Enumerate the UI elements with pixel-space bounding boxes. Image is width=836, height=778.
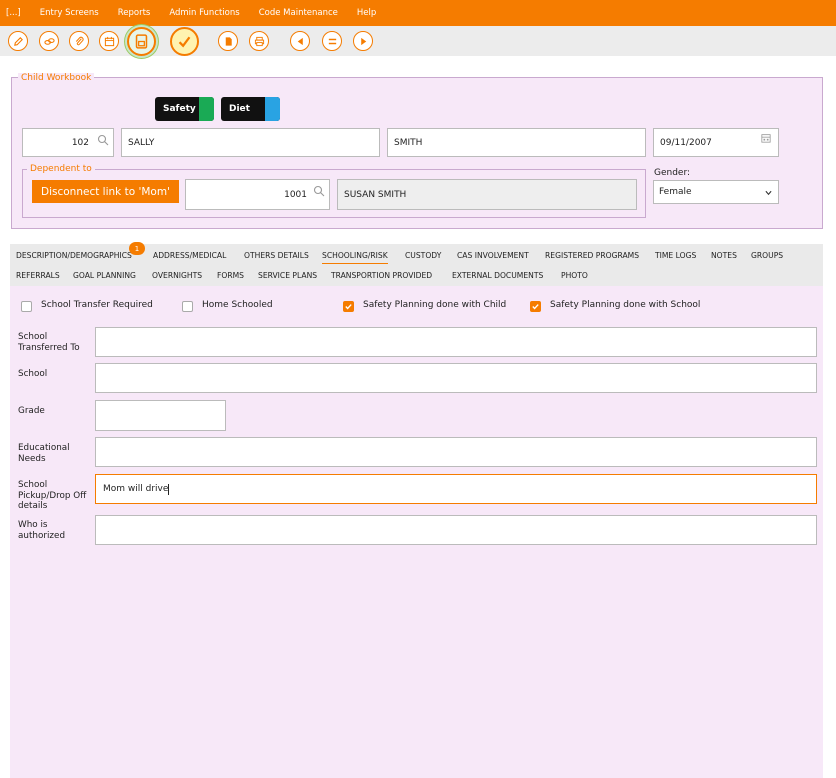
- school-label: School: [18, 369, 48, 379]
- menu-item-more[interactable]: [...]: [6, 8, 21, 18]
- tab-time-logs[interactable]: TIME LOGS: [655, 251, 696, 260]
- school-transferred-to-label: School Transferred To: [18, 332, 80, 353]
- tab-external-documents[interactable]: EXTERNAL DOCUMENTS: [452, 271, 543, 280]
- schooling-risk-panel: School Transfer Required Home Schooled S…: [10, 286, 823, 778]
- search-icon[interactable]: [313, 185, 325, 197]
- chevron-down-icon: [765, 190, 772, 196]
- tab-cas-involvement[interactable]: CAS INVOLVEMENT: [457, 251, 529, 260]
- menu-item-code-maintenance[interactable]: Code Maintenance: [259, 8, 338, 18]
- top-menu-bar: [...] Entry Screens Reports Admin Functi…: [0, 0, 836, 26]
- tab-custody[interactable]: CUSTODY: [405, 251, 441, 260]
- who-is-authorized-label: Who is authorized: [18, 520, 66, 541]
- check-icon: [345, 304, 352, 310]
- parent-name-field: SUSAN SMITH: [337, 179, 637, 210]
- toolbar: [0, 26, 836, 56]
- safety-planning-school-label: Safety Planning done with School: [550, 300, 701, 310]
- parent-name-value: SUSAN SMITH: [344, 189, 407, 200]
- tab-transportion-provided[interactable]: TRANSPORTION PROVIDED: [331, 271, 432, 280]
- home-schooled-label: Home Schooled: [202, 300, 273, 310]
- who-is-authorized-input[interactable]: [95, 515, 817, 545]
- edit-icon[interactable]: [8, 31, 28, 51]
- tab-schooling-risk[interactable]: SCHOOLING/RISK: [322, 251, 388, 264]
- calendar-icon[interactable]: [761, 133, 771, 143]
- safety-toggle[interactable]: Safety: [155, 97, 214, 121]
- school-input[interactable]: [95, 363, 817, 393]
- search-icon[interactable]: [97, 134, 109, 146]
- document-icon[interactable]: [218, 31, 238, 51]
- tab-groups[interactable]: GROUPS: [751, 251, 783, 260]
- first-name-value: SALLY: [128, 137, 155, 148]
- print-icon[interactable]: [249, 31, 269, 51]
- tab-forms[interactable]: FORMS: [217, 271, 244, 280]
- text-caret: [168, 483, 170, 495]
- menu-item-help[interactable]: Help: [357, 8, 376, 18]
- menu-item-reports[interactable]: Reports: [118, 8, 151, 18]
- diet-toggle[interactable]: Diet: [221, 97, 280, 121]
- pickup-dropoff-label: School Pickup/Drop Off details: [18, 480, 87, 511]
- safety-planning-child-label: Safety Planning done with Child: [363, 300, 507, 310]
- tab-goal-planning[interactable]: GOAL PLANNING: [73, 271, 136, 280]
- dependent-to-legend: Dependent to: [27, 164, 95, 174]
- child-workbook-panel: Child Workbook Safety Diet 102 SALLY SMI…: [11, 73, 823, 229]
- parent-id-value: 1001: [284, 189, 307, 200]
- tab-registered-programs[interactable]: REGISTERED PROGRAMS: [545, 251, 639, 260]
- dependent-to-group: Dependent to Disconnect link to 'Mom' 10…: [22, 164, 646, 218]
- child-id-value: 102: [71, 137, 89, 148]
- diet-label: Diet: [229, 104, 250, 114]
- tab-service-plans[interactable]: SERVICE PLANS: [258, 271, 317, 280]
- dob-value: 09/11/2007: [660, 137, 712, 148]
- child-workbook-legend: Child Workbook: [18, 73, 95, 83]
- pickup-dropoff-input[interactable]: Mom will drive: [95, 474, 817, 504]
- last-name-value: SMITH: [394, 137, 423, 148]
- grade-label: Grade: [18, 406, 45, 416]
- disconnect-link-button[interactable]: Disconnect link to 'Mom': [32, 180, 179, 203]
- attach-icon[interactable]: [69, 31, 89, 51]
- educational-needs-label: Educational Needs: [18, 443, 70, 464]
- safety-indicator: [199, 97, 214, 121]
- parent-id-field[interactable]: 1001: [185, 179, 330, 210]
- safety-label: Safety: [163, 104, 196, 114]
- tab-overnights[interactable]: OVERNIGHTS: [152, 271, 202, 280]
- pickup-dropoff-value: Mom will drive: [103, 484, 169, 494]
- diet-indicator: [265, 97, 280, 121]
- calendar-icon[interactable]: [99, 31, 119, 51]
- last-name-field[interactable]: SMITH: [387, 128, 646, 157]
- school-transfer-required-checkbox[interactable]: [21, 301, 32, 312]
- gender-select[interactable]: Female: [653, 180, 779, 204]
- notification-badge: 1: [129, 242, 145, 255]
- tabs-bar: DESCRIPTION/DEMOGRAPHICS ADDRESS/MEDICAL…: [10, 242, 823, 286]
- safety-planning-child-checkbox[interactable]: [343, 301, 354, 312]
- gender-label: Gender:: [654, 168, 691, 178]
- school-transfer-required-label: School Transfer Required: [41, 300, 153, 310]
- tab-description-demographics[interactable]: DESCRIPTION/DEMOGRAPHICS: [16, 251, 132, 260]
- tab-referrals[interactable]: REFERRALS: [16, 271, 60, 280]
- first-name-field[interactable]: SALLY: [121, 128, 380, 157]
- menu-icon[interactable]: [322, 31, 342, 51]
- educational-needs-input[interactable]: [95, 437, 817, 467]
- link-icon[interactable]: [39, 31, 59, 51]
- save-icon[interactable]: [127, 27, 156, 56]
- home-schooled-checkbox[interactable]: [182, 301, 193, 312]
- school-transferred-to-input[interactable]: [95, 327, 817, 357]
- next-icon[interactable]: [353, 31, 373, 51]
- check-icon: [532, 304, 539, 310]
- menu-item-admin-functions[interactable]: Admin Functions: [169, 8, 239, 18]
- tab-address-medical[interactable]: ADDRESS/MEDICAL: [153, 251, 226, 260]
- safety-planning-school-checkbox[interactable]: [530, 301, 541, 312]
- check-icon[interactable]: [170, 27, 199, 56]
- tab-notes[interactable]: NOTES: [711, 251, 737, 260]
- prev-icon[interactable]: [290, 31, 310, 51]
- tab-others-details[interactable]: OTHERS DETAILS: [244, 251, 309, 260]
- gender-value: Female: [659, 187, 692, 197]
- menu-item-entry-screens[interactable]: Entry Screens: [40, 8, 99, 18]
- grade-input[interactable]: [95, 400, 226, 431]
- tab-photo[interactable]: PHOTO: [561, 271, 588, 280]
